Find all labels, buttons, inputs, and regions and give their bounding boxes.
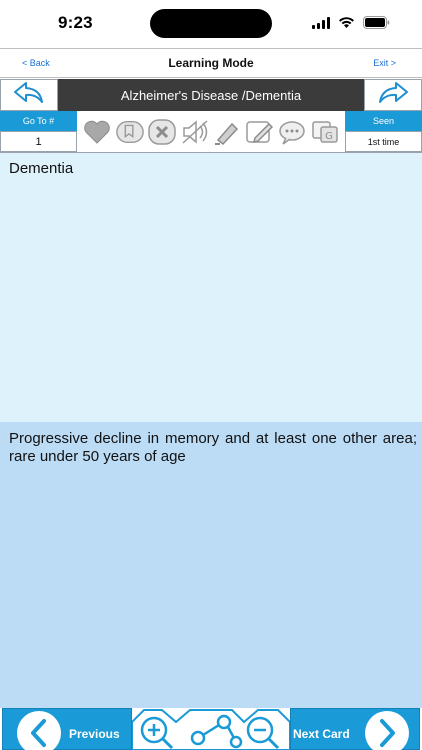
- goto-label[interactable]: Go To #: [0, 111, 77, 131]
- exit-button[interactable]: Exit >: [373, 58, 396, 68]
- pencil-icon[interactable]: [245, 117, 275, 147]
- page-title: Learning Mode: [168, 56, 254, 70]
- tools-row: Go To # 1 G Seen 1st time: [0, 111, 422, 153]
- bookmark-icon[interactable]: [115, 117, 145, 147]
- highlighter-icon[interactable]: [212, 117, 242, 147]
- chevron-left-icon: [17, 711, 61, 750]
- battery-icon: [363, 16, 390, 34]
- heart-icon[interactable]: [82, 117, 112, 147]
- previous-label: Previous: [69, 727, 120, 741]
- mid-tools: [131, 708, 291, 750]
- status-bar: 9:23: [0, 0, 422, 46]
- translate-icon[interactable]: G: [310, 117, 340, 147]
- answer-text: Progressive decline in memory and at lea…: [9, 430, 417, 465]
- status-time: 9:23: [58, 13, 93, 32]
- topic-row: Alzheimer's Disease /Dementia: [0, 79, 422, 111]
- close-icon[interactable]: [147, 117, 177, 147]
- chat-icon[interactable]: [277, 117, 307, 147]
- nav-bar: < Back Learning Mode Exit >: [0, 48, 422, 78]
- previous-button[interactable]: Previous: [2, 708, 132, 750]
- seen-value: 1st time: [345, 131, 422, 152]
- redo-arrow-icon: [376, 81, 410, 110]
- undo-arrow-icon: [12, 81, 46, 110]
- previous-topic-button[interactable]: [0, 79, 58, 111]
- status-icons: [312, 16, 390, 34]
- next-topic-button[interactable]: [364, 79, 422, 111]
- tool-icons: G: [77, 111, 345, 152]
- next-card-button[interactable]: Next Card: [290, 708, 420, 750]
- answer-panel[interactable]: Progressive decline in memory and at lea…: [0, 422, 422, 708]
- svg-text:G: G: [325, 131, 333, 142]
- signal-icon: [312, 16, 330, 34]
- wifi-icon: [338, 16, 355, 34]
- seen-label: Seen: [345, 111, 422, 131]
- goto-field[interactable]: 1: [0, 131, 77, 152]
- next-card-label: Next Card: [293, 727, 350, 741]
- dynamic-island: [150, 9, 272, 38]
- chevron-right-icon: [365, 711, 409, 750]
- topic-title: Alzheimer's Disease /Dementia: [58, 79, 364, 111]
- bottom-bar: Previous Next Card: [0, 708, 422, 750]
- question-panel[interactable]: Dementia: [0, 153, 422, 422]
- sound-off-icon[interactable]: [180, 117, 210, 147]
- question-text: Dementia: [9, 160, 74, 177]
